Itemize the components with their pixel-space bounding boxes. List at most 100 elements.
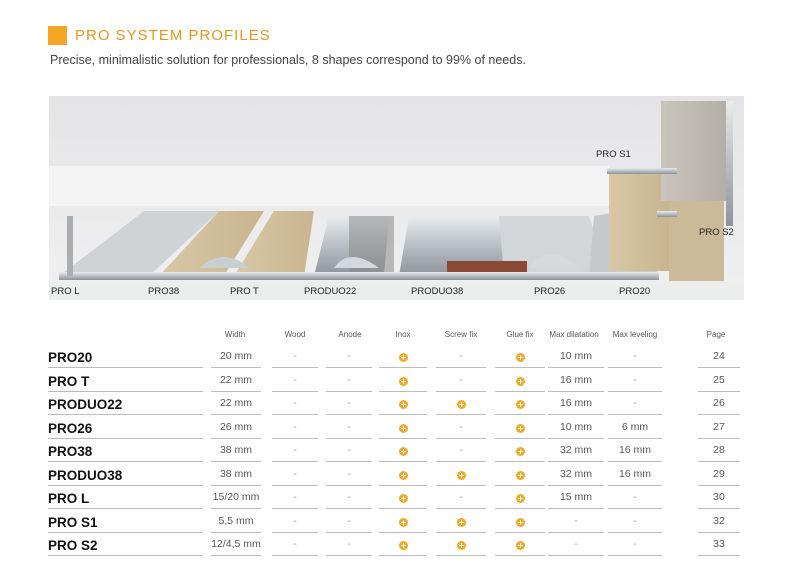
cell-leveling: 16 mm	[618, 444, 652, 456]
row-divider	[698, 531, 740, 533]
check-inox-icon	[398, 400, 408, 409]
row-profile-name: PRO26	[48, 420, 93, 436]
cell-wood: -	[293, 467, 297, 480]
cell-leveling: 6 mm	[621, 420, 649, 433]
row-divider	[326, 461, 372, 462]
check-inox-icon	[398, 447, 408, 456]
row-profile-name: PRO38	[48, 444, 93, 459]
cell-width: 12/4,5 mm	[211, 538, 261, 550]
row-divider	[379, 484, 427, 486]
row-divider	[608, 555, 662, 556]
row-divider	[608, 437, 662, 439]
row-divider	[326, 390, 372, 392]
label-pro26: PRO26	[534, 286, 566, 297]
check-inox-icon	[398, 494, 408, 503]
row-divider	[698, 508, 740, 509]
row-divider	[495, 508, 545, 509]
cell-page: 29	[713, 467, 725, 480]
row-divider	[272, 414, 318, 415]
row-divider	[548, 555, 604, 556]
cell-screw: -	[459, 420, 463, 433]
row-divider	[48, 461, 203, 462]
table-row: PRO S1 5,5 mm - - - - 32	[48, 511, 748, 535]
check-glue-icon	[515, 447, 525, 456]
row-divider	[608, 461, 662, 462]
cell-anode: -	[347, 491, 351, 503]
table-row: PRODUO22 22 mm - - 16 mm - 26	[48, 393, 748, 417]
row-divider	[48, 508, 203, 509]
table-row: PRO L 15/20 mm - - - 15 mm - 30	[48, 487, 748, 511]
row-divider	[379, 555, 427, 556]
row-divider	[548, 367, 604, 368]
profiles-render	[49, 96, 744, 300]
check-inox-icon	[398, 541, 408, 550]
check-screw-icon	[456, 541, 466, 550]
col-header-anode: Anode	[338, 330, 362, 339]
cell-screw: -	[459, 350, 463, 362]
cell-page: 27	[713, 420, 725, 433]
row-divider	[608, 531, 662, 533]
row-divider	[48, 414, 203, 415]
row-divider	[436, 390, 486, 392]
row-divider	[379, 367, 427, 368]
cell-leveling: 16 mm	[618, 467, 652, 480]
check-screw-icon	[456, 470, 466, 480]
row-divider	[436, 367, 486, 368]
row-divider	[495, 531, 545, 533]
check-inox-icon	[398, 353, 408, 362]
row-divider	[548, 484, 604, 486]
row-divider	[379, 508, 427, 509]
cell-leveling: -	[633, 538, 637, 550]
check-glue-icon	[515, 541, 525, 550]
row-divider	[436, 437, 486, 439]
row-divider	[211, 367, 261, 368]
row-divider	[548, 437, 604, 439]
row-divider	[48, 484, 203, 486]
cell-wood: -	[293, 373, 297, 386]
row-divider	[326, 508, 372, 509]
cell-leveling: -	[633, 514, 637, 527]
row-divider	[608, 414, 662, 415]
col-header-glue-fix: Glue fix	[506, 330, 534, 339]
check-inox-icon	[398, 517, 408, 527]
cell-width: 26 mm	[219, 420, 253, 433]
row-divider	[548, 414, 604, 415]
row-divider	[211, 508, 261, 509]
row-divider	[272, 461, 318, 462]
cell-page: 33	[713, 538, 725, 550]
cell-leveling: -	[633, 350, 637, 362]
row-divider	[48, 390, 203, 392]
row-divider	[436, 508, 486, 509]
cell-dilatation: 10 mm	[559, 350, 593, 362]
cell-anode: -	[347, 420, 351, 433]
row-profile-name: PRO S2	[48, 538, 98, 553]
cell-page: 24	[713, 350, 725, 362]
cell-dilatation: -	[574, 514, 578, 527]
row-divider	[698, 414, 740, 415]
profiles-illustration: PRO L PRO38 PRO T PRODUO22 PRODUO38 PRO2…	[49, 96, 744, 300]
row-divider	[48, 367, 203, 368]
row-divider	[495, 484, 545, 486]
row-profile-name: PRO T	[48, 373, 90, 389]
table-row: PRO20 20 mm - - - 10 mm - 24	[48, 346, 748, 370]
label-pro-s2: PRO S2	[699, 227, 734, 238]
row-divider	[211, 555, 261, 556]
label-pro20: PRO20	[619, 286, 651, 297]
cell-dilatation: 32 mm	[559, 444, 593, 456]
cell-wood: -	[293, 538, 297, 550]
row-divider	[608, 390, 662, 392]
row-divider	[548, 390, 604, 392]
col-header-width: Width	[224, 330, 246, 339]
cell-page: 25	[713, 373, 725, 386]
cell-width: 15/20 mm	[212, 491, 260, 503]
cell-dilatation: 10 mm	[559, 420, 593, 433]
row-divider	[548, 461, 604, 462]
cell-wood: -	[293, 397, 297, 409]
cell-dilatation: -	[574, 538, 578, 550]
row-profile-name: PRODUO22	[48, 397, 123, 412]
row-divider	[272, 367, 318, 368]
row-divider	[211, 531, 261, 533]
row-profile-name: PRO S1	[48, 514, 98, 530]
check-screw-icon	[456, 400, 466, 409]
table-row: PRO S2 12/4,5 mm - - - - 33	[48, 534, 748, 558]
